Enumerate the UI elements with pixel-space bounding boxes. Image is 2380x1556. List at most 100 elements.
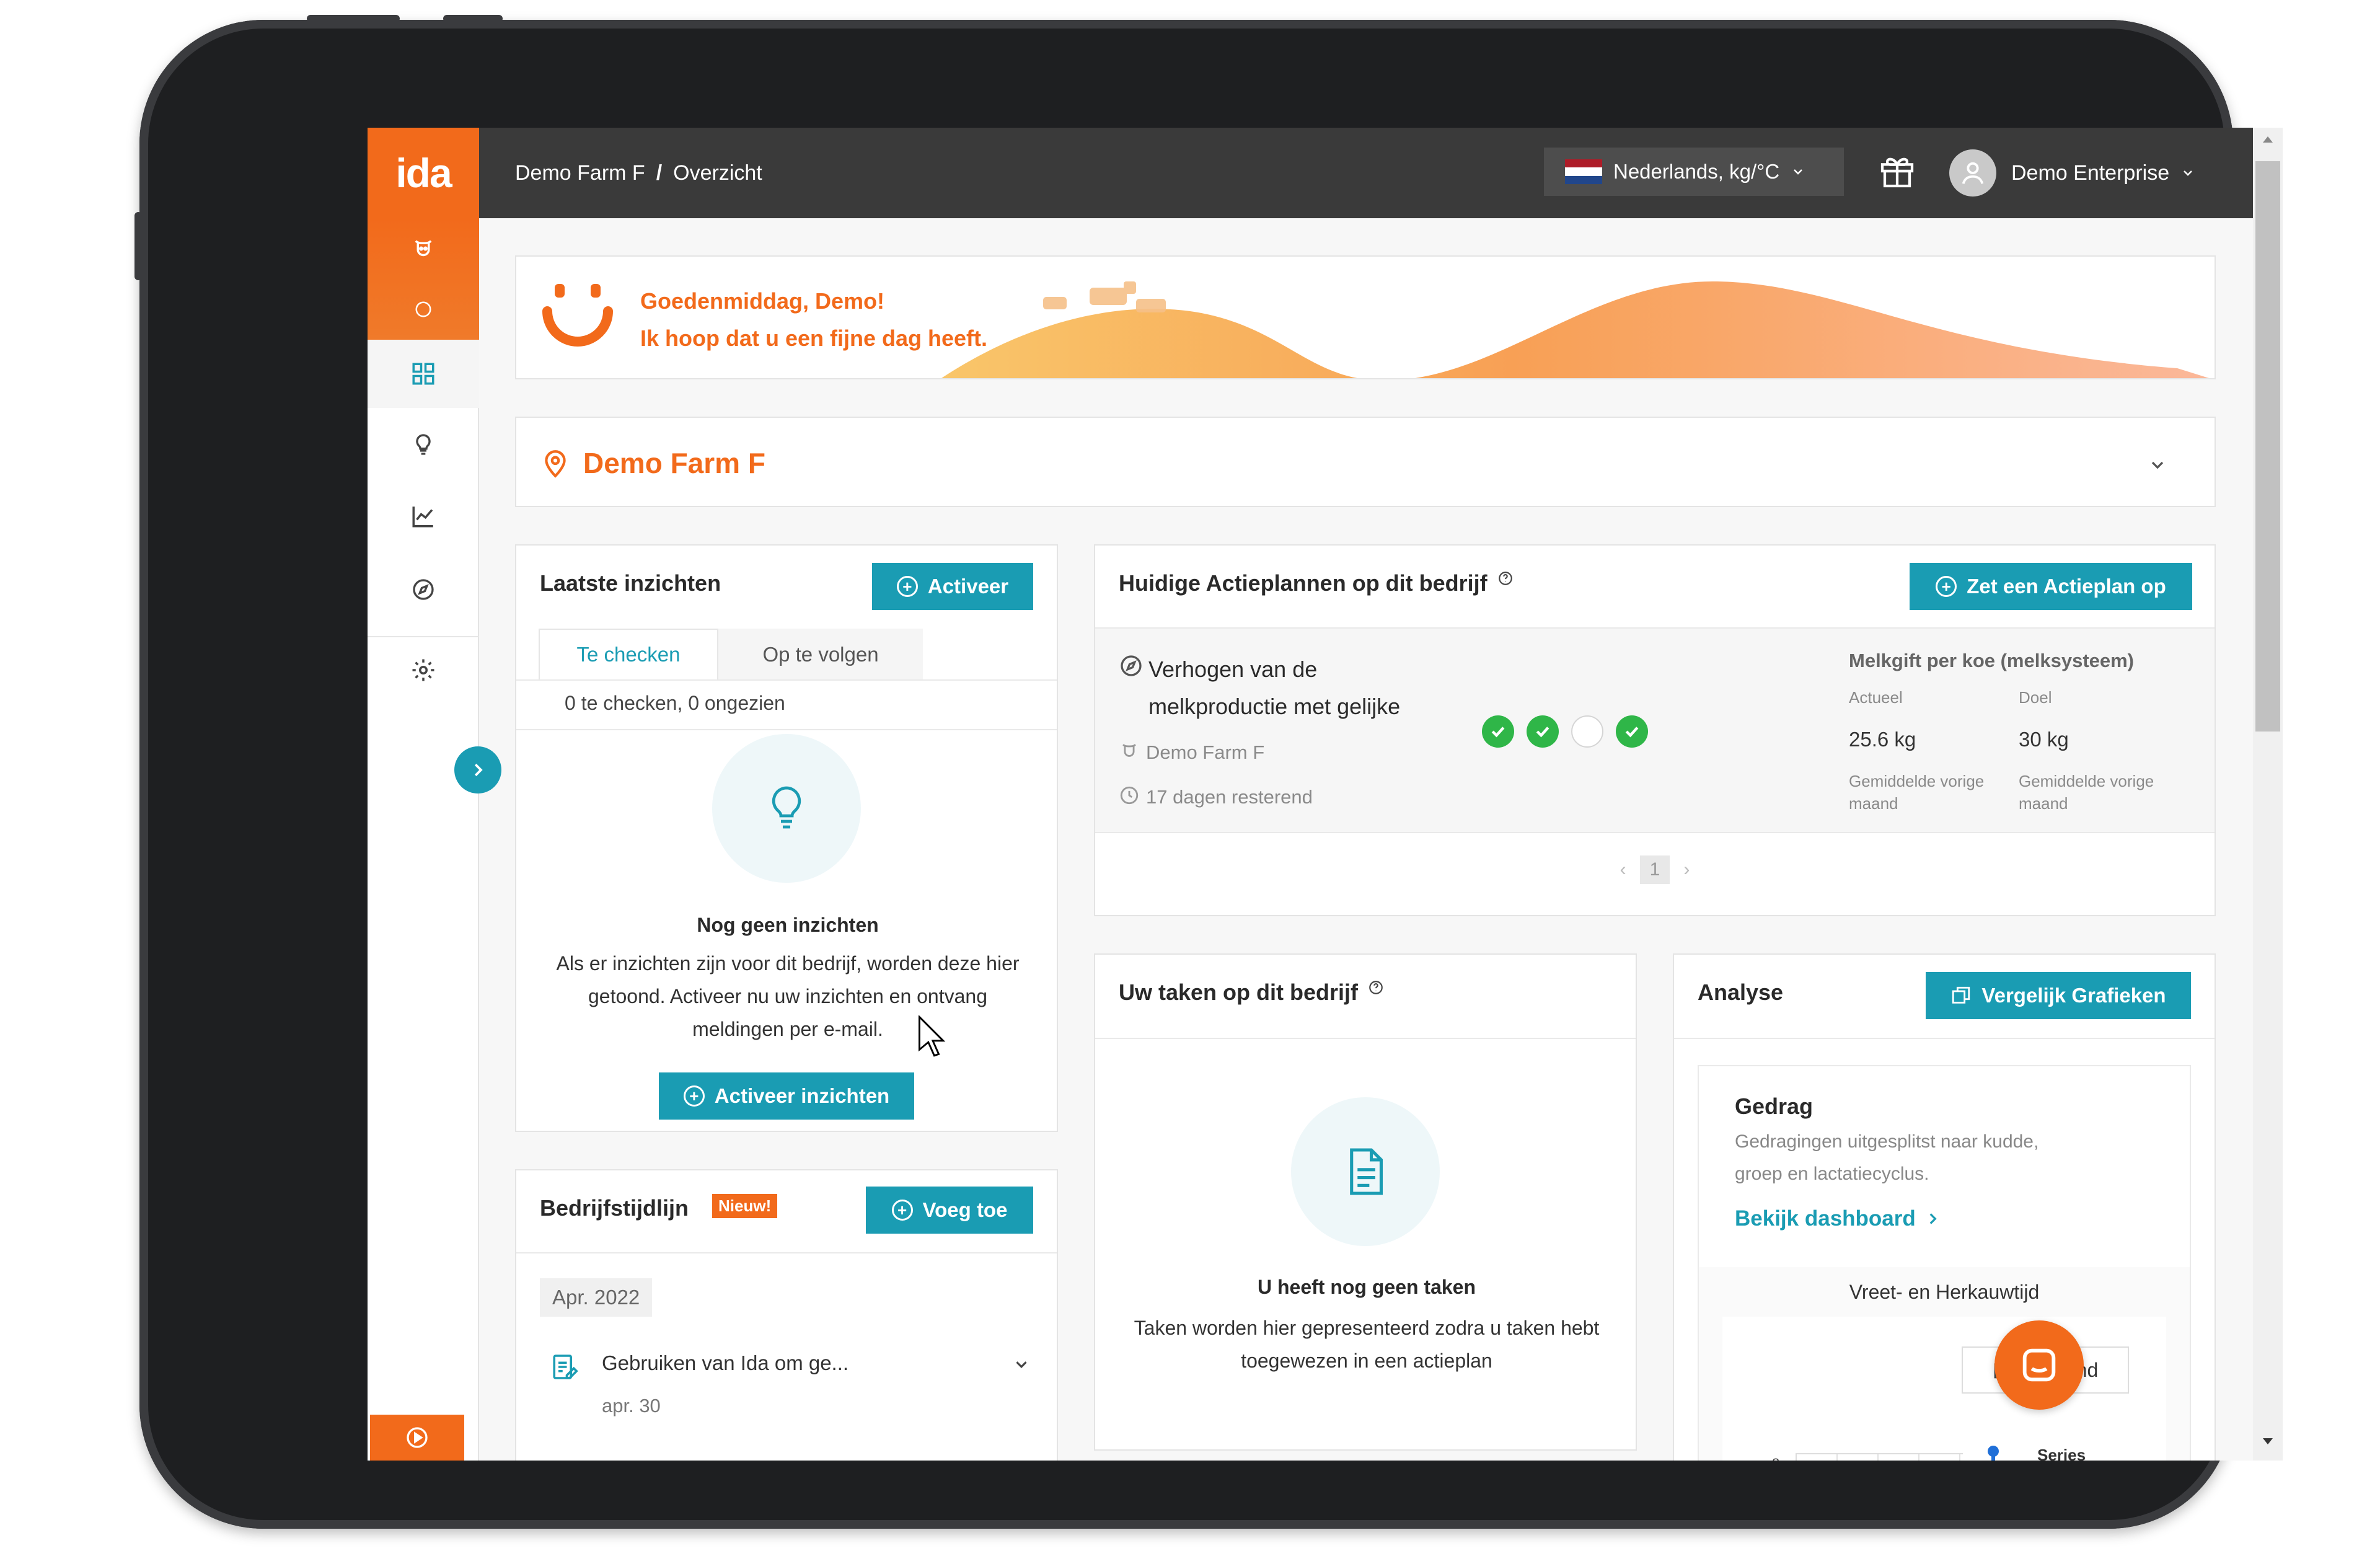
breadcrumb: Demo Farm F / Overzicht <box>515 128 762 218</box>
welcome-message: Goedenmiddag, Demo! Ik hoop dat u een fi… <box>640 283 987 357</box>
create-actionplan-button[interactable]: + Zet een Actieplan op <box>1910 563 2192 610</box>
plus-icon: + <box>891 1200 913 1221</box>
no-insights-title: Nog geen inzichten <box>697 914 879 936</box>
language-selector[interactable]: Nederlands, kg/°C <box>1544 148 1844 196</box>
tasks-header-divider <box>1095 1038 1636 1039</box>
breadcrumb-page: Overzicht <box>673 161 762 185</box>
compare-icon <box>1952 986 1970 1004</box>
timeline-item-title[interactable]: Gebruiken van Ida om ge... <box>602 1351 848 1375</box>
actionplans-title: Huidige Actieplannen op dit bedrijf <box>1119 570 1514 596</box>
chart-legend-series: Series <box>2037 1446 2086 1461</box>
sidebar-orange-group <box>368 218 479 340</box>
sidebar-item-settings[interactable] <box>368 636 479 704</box>
sidebar-item-compass[interactable] <box>368 555 479 624</box>
metric-title: Melkgift per koe (melksysteem) <box>1849 650 2135 671</box>
breadcrumb-farm[interactable]: Demo Farm F <box>515 161 645 185</box>
tablet-button <box>307 15 400 22</box>
ida-logo[interactable]: ida <box>368 128 479 218</box>
sidebar-item-dashboard[interactable] <box>368 340 479 408</box>
scroll-thumb[interactable] <box>2255 161 2280 732</box>
tablet-button <box>443 15 503 22</box>
count-divider <box>516 729 1057 730</box>
actionplan-remaining: 17 dagen resterend <box>1146 786 1313 808</box>
user-menu[interactable]: Demo Enterprise <box>1949 145 2195 201</box>
plus-icon: + <box>683 1085 705 1107</box>
page-scrollbar[interactable] <box>2253 128 2283 1461</box>
chevron-right-icon[interactable]: › <box>1683 859 1690 880</box>
timeline-header-divider <box>516 1252 1057 1253</box>
compare-charts-label: Vergelijk Grafieken <box>1981 984 2166 1007</box>
timeline-title: Bedrijfstijdlijn <box>540 1195 689 1221</box>
activate-label: Activeer <box>927 575 1009 598</box>
tab-op-te-volgen[interactable]: Op te volgen <box>718 629 923 681</box>
chart-grid <box>1796 1453 1963 1461</box>
insights-count: 0 te checken, 0 ongezien <box>565 692 785 714</box>
add-timeline-label: Voeg toe <box>922 1198 1008 1221</box>
play-icon[interactable] <box>370 1415 464 1461</box>
actual-subtext: Gemiddelde vorige maand <box>1849 772 1985 813</box>
tab-te-checken[interactable]: Te checken <box>539 629 718 681</box>
scroll-up-icon[interactable] <box>2262 135 2274 144</box>
analysis-title: Analyse <box>1698 979 1784 1005</box>
behaviour-title: Gedrag <box>1735 1094 1814 1119</box>
tablet-button <box>134 212 142 280</box>
chevron-down-icon[interactable] <box>1012 1355 1031 1374</box>
pagination: ‹ 1 › <box>1095 855 2215 884</box>
loading-icon[interactable] <box>368 279 479 340</box>
timeline-month: Apr. 2022 <box>540 1278 653 1317</box>
task-placeholder-circle <box>1291 1097 1440 1246</box>
language-label: Nederlands, kg/°C <box>1613 160 1780 183</box>
create-actionplan-label: Zet een Actieplan op <box>1967 575 2166 598</box>
help-icon[interactable] <box>1368 979 1384 996</box>
tasks-title: Uw taken op dit bedrijf <box>1119 979 1384 1006</box>
welcome-banner: Goedenmiddag, Demo! Ik hoop dat u een fi… <box>515 255 2216 379</box>
activate-insights-label: Activeer inzichten <box>714 1084 890 1107</box>
chat-button[interactable] <box>1994 1320 2084 1410</box>
tablet-frame: ida Demo Farm F / Overzicht Nederlands, … <box>134 15 2283 1529</box>
activate-button[interactable]: + Activeer <box>872 563 1033 610</box>
dutch-flag-icon <box>1565 159 1602 184</box>
location-pin-icon <box>545 450 566 478</box>
y-tick-label: 8 <box>1772 1456 1779 1461</box>
user-name: Demo Enterprise <box>2011 161 2170 185</box>
insight-placeholder-circle <box>712 734 861 883</box>
chart-title: Vreet- en Herkauwtijd <box>1849 1281 2040 1303</box>
sidebar-item-insights[interactable] <box>368 410 479 479</box>
no-tasks-title: U heeft nog geen taken <box>1257 1276 1476 1298</box>
chevron-down-icon[interactable] <box>2148 455 2167 475</box>
sidebar-expand-button[interactable] <box>454 746 501 793</box>
target-value: 30 kg <box>2019 728 2069 751</box>
compass-icon <box>1121 655 1142 676</box>
chevron-right-icon <box>1929 1213 1937 1224</box>
activate-insights-button[interactable]: + Activeer inzichten <box>659 1072 914 1120</box>
chevron-left-icon[interactable]: ‹ <box>1620 859 1626 880</box>
sidebar: ida <box>368 128 479 1461</box>
scroll-down-icon[interactable] <box>2262 1437 2274 1446</box>
compare-charts-button[interactable]: Vergelijk Grafieken <box>1926 972 2191 1019</box>
farm-selector-name: Demo Farm F <box>583 447 765 479</box>
help-icon[interactable] <box>1497 570 1514 586</box>
add-timeline-button[interactable]: + Voeg toe <box>866 1187 1033 1234</box>
chevron-down-icon <box>1794 169 1803 175</box>
new-badge: Nieuw! <box>712 1194 778 1218</box>
actionplan-row[interactable]: Verhogen van de melkproductie met gelijk… <box>1095 629 2215 832</box>
timeline-item-date: apr. 30 <box>602 1395 661 1417</box>
actionplan-farm: Demo Farm F <box>1146 741 1265 763</box>
analysis-card: Analyse Vergelijk Grafieken Gedrag Gedra… <box>1673 953 2216 1461</box>
page-number[interactable]: 1 <box>1639 855 1670 884</box>
avatar <box>1949 149 1996 197</box>
gift-icon[interactable] <box>1877 151 1917 191</box>
smiley-icon <box>542 284 613 347</box>
lightbulb-icon <box>772 786 801 829</box>
greeting-subtext: Ik hoop dat u een fijne dag heeft. <box>640 325 988 351</box>
actual-value: 25.6 kg <box>1849 728 1916 751</box>
breadcrumb-separator: / <box>656 161 663 185</box>
actual-label: Actueel <box>1849 688 1903 707</box>
app-screen: ida Demo Farm F / Overzicht Nederlands, … <box>368 128 2283 1461</box>
view-dashboard-link[interactable]: Bekijk dashboard <box>1735 1206 1941 1231</box>
chat-icon <box>2022 1348 2056 1382</box>
cow-icon[interactable] <box>368 218 479 279</box>
check-icon <box>1616 715 1648 748</box>
farm-selector[interactable]: Demo Farm F <box>515 417 2216 507</box>
sidebar-item-analysis[interactable] <box>368 482 479 550</box>
